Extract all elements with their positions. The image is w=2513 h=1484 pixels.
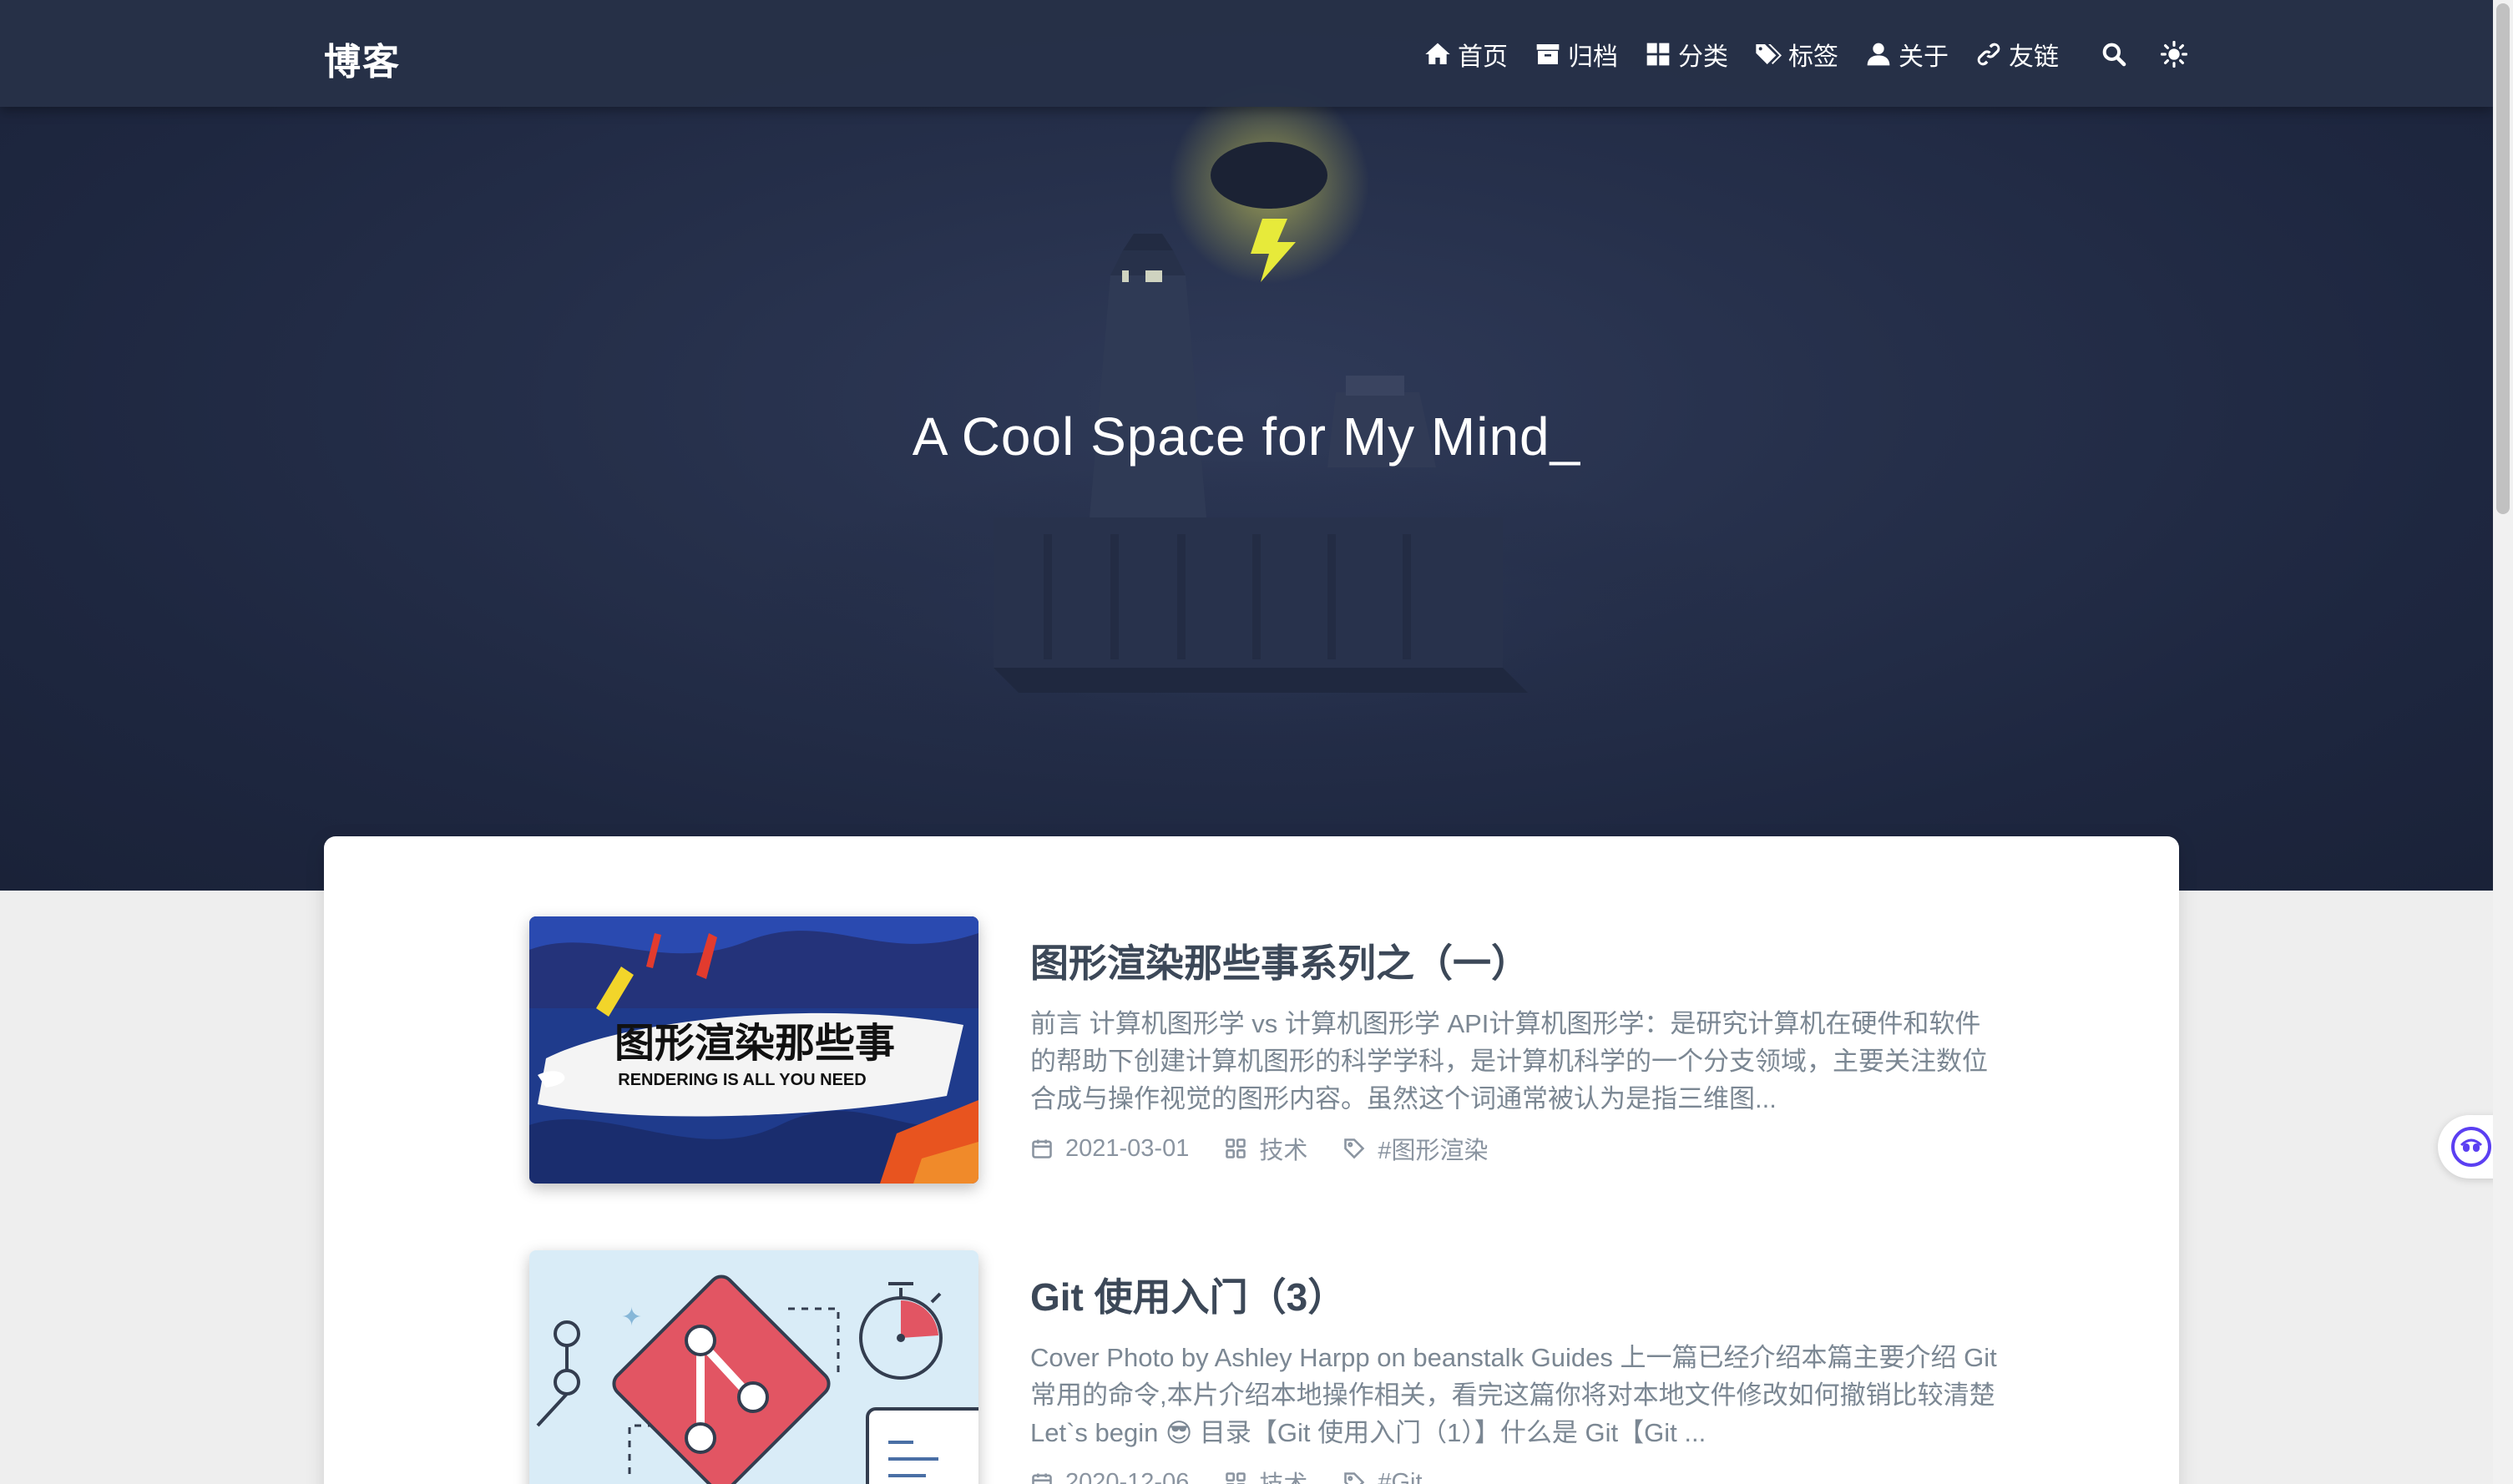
calendar-icon bbox=[1032, 1139, 1052, 1158]
category-icon bbox=[1646, 43, 1670, 66]
thumb-subtitle: RENDERING IS ALL YOU NEED bbox=[618, 1071, 866, 1089]
post-thumbnail[interactable]: 图形渲染那些事 RENDERING IS ALL YOU NEED bbox=[529, 916, 978, 1184]
thumb-title: 图形渲染那些事 bbox=[614, 1020, 895, 1067]
nav-item-links[interactable]: 友链 bbox=[1975, 36, 2059, 73]
archive-icon bbox=[1536, 44, 1560, 64]
post-tag[interactable]: #图形渲染 bbox=[1342, 1131, 1489, 1166]
page: 博客 首页 归档 分类 标签 关于 友链 A Cool Space for My… bbox=[0, 0, 2513, 1484]
post-list-card: 图形渲染那些事 RENDERING IS ALL YOU NEED 图形渲染那些… bbox=[324, 836, 2179, 1484]
category-icon bbox=[1226, 1138, 1246, 1158]
post-category[interactable]: 技术 bbox=[1224, 1465, 1307, 1484]
nav-item-about[interactable]: 关于 bbox=[1865, 36, 1949, 73]
nav-item-label: 友链 bbox=[2009, 43, 2059, 71]
nav-item-categories[interactable]: 分类 bbox=[1645, 36, 1728, 73]
calendar-icon bbox=[1032, 1473, 1052, 1484]
tag-icon bbox=[1344, 1138, 1365, 1159]
main-nav: 首页 归档 分类 标签 关于 友链 bbox=[1424, 33, 2187, 75]
scrollbar-thumb[interactable] bbox=[2496, 3, 2510, 514]
post-date: 2021-03-01 bbox=[1030, 1135, 1189, 1163]
link-icon bbox=[1977, 43, 2000, 66]
assistant-icon bbox=[2451, 1127, 2491, 1167]
search-icon bbox=[2102, 43, 2126, 67]
post-tag-text: #图形渲染 bbox=[1378, 1138, 1489, 1164]
search-button[interactable] bbox=[2101, 41, 2127, 68]
post-tag-text: #Git bbox=[1378, 1468, 1423, 1484]
post-meta: 2021-03-01 技术 #图形渲染 bbox=[1030, 1131, 1999, 1166]
post-category-text: 技术 bbox=[1259, 1138, 1308, 1164]
sun-icon bbox=[2161, 41, 2187, 68]
site-brand[interactable]: 博客 bbox=[324, 32, 401, 85]
post-tag[interactable]: #Git bbox=[1342, 1468, 1423, 1484]
post-body: 图形渲染那些事系列之（一） 前言 计算机图形学 vs 计算机图形学 API计算机… bbox=[1030, 933, 1999, 1166]
hero-title: A Cool Space for My Mind_ bbox=[912, 406, 1581, 467]
theme-toggle-button[interactable] bbox=[2161, 41, 2187, 68]
post-title[interactable]: 图形渲染那些事系列之（一） bbox=[1030, 933, 1999, 988]
nav-item-tags[interactable]: 标签 bbox=[1755, 36, 1838, 73]
post-date-text: 2020-12-06 bbox=[1065, 1468, 1190, 1484]
nav-item-label: 分类 bbox=[1678, 43, 1728, 71]
top-navbar: 博客 首页 归档 分类 标签 关于 友链 bbox=[0, 0, 2493, 107]
post-item: 图形渲染那些事 RENDERING IS ALL YOU NEED 图形渲染那些… bbox=[529, 916, 1988, 1192]
category-icon bbox=[1226, 1472, 1246, 1484]
user-icon bbox=[1867, 43, 1890, 66]
nav-item-label: 标签 bbox=[1788, 43, 1838, 71]
tag-icon bbox=[1344, 1472, 1365, 1484]
post-meta: 2020-12-06 技术 #Git bbox=[1030, 1465, 1999, 1484]
git-cover-image: ✦ bbox=[529, 1250, 978, 1484]
home-icon bbox=[1425, 43, 1450, 64]
nav-item-label: 归档 bbox=[1568, 43, 1618, 71]
post-excerpt: Cover Photo by Ashley Harpp on beanstalk… bbox=[1030, 1343, 1997, 1447]
post-category[interactable]: 技术 bbox=[1224, 1131, 1307, 1166]
nav-item-label: 首页 bbox=[1458, 43, 1508, 71]
svg-text:✦: ✦ bbox=[621, 1303, 642, 1332]
post-date-text: 2021-03-01 bbox=[1065, 1134, 1190, 1162]
nav-item-label: 关于 bbox=[1899, 43, 1949, 71]
post-thumbnail[interactable]: ✦ bbox=[529, 1250, 978, 1484]
nav-item-archive[interactable]: 归档 bbox=[1535, 36, 1618, 73]
post-category-text: 技术 bbox=[1259, 1465, 1307, 1484]
post-title[interactable]: Git 使用入门（3） bbox=[1030, 1267, 1999, 1322]
post-excerpt: 前言 计算机图形学 vs 计算机图形学 API计算机图形学：是研究计算机在硬件和… bbox=[1030, 1009, 1988, 1113]
tags-icon bbox=[1756, 44, 1782, 64]
post-body: Git 使用入门（3） Cover Photo by Ashley Harpp … bbox=[1030, 1267, 1999, 1484]
post-date: 2020-12-06 bbox=[1030, 1469, 1189, 1484]
rendering-cover-image: 图形渲染那些事 RENDERING IS ALL YOU NEED bbox=[529, 916, 978, 1184]
nav-item-home[interactable]: 首页 bbox=[1424, 36, 1508, 73]
post-item: ✦ Git 使用入门（3） Cover Photo by Ashley Harp… bbox=[529, 1250, 1997, 1484]
